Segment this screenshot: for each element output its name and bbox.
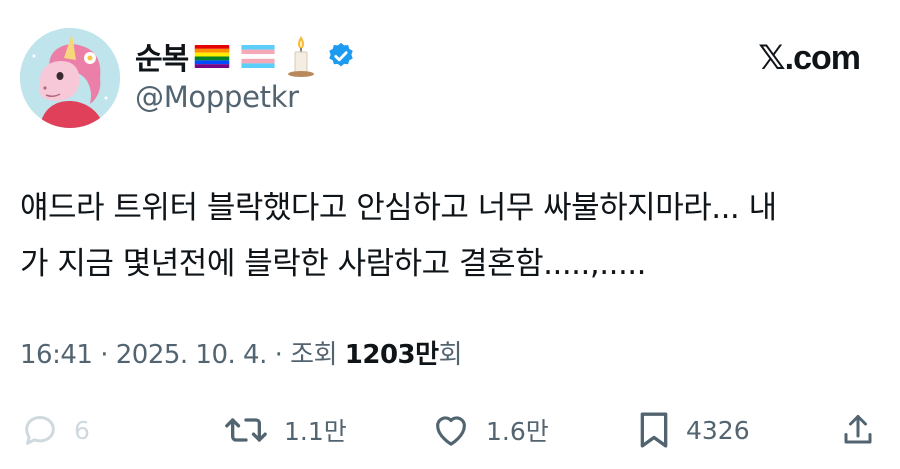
like-button[interactable]: 1.6만 [430,405,549,455]
bookmark-icon [636,410,672,450]
candle-icon [286,34,316,78]
verified-badge-icon[interactable] [326,41,356,71]
heart-icon [430,410,472,450]
like-count: 1.6만 [486,417,549,446]
tweet-time[interactable]: 16:41 [20,340,93,370]
avatar[interactable] [20,28,120,128]
views-prefix: 조회 [290,340,337,370]
meta-separator: · [100,340,108,370]
retweet-icon [222,410,270,450]
action-bar: 6 1.1만 1.6만 4326 [0,405,900,455]
reply-icon [20,410,60,450]
reply-count: 6 [74,415,90,445]
views-suffix: 회 [438,340,463,370]
retweet-count: 1.1만 [284,417,347,446]
transgender-flag-icon [240,44,276,68]
tweet-meta: 16:41 · 2025. 10. 4. · 조회 1203만회 [20,334,462,371]
retweet-button[interactable]: 1.1만 [222,405,347,455]
views-count: 1203만 [344,340,439,370]
rainbow-flag-icon [194,44,230,68]
x-logo: 𝕏.com [758,39,861,77]
display-name[interactable]: 순복 [135,34,189,78]
author-name-row: 순복 [135,32,356,80]
bookmark-button[interactable]: 4326 [636,405,750,455]
reply-button[interactable]: 6 [20,405,90,455]
share-button[interactable] [840,405,876,455]
tweet-text: 얘드라 트위터 블락했다고 안심하고 너무 싸불하지마라... 내 가 지금 몇… [20,190,777,282]
meta-separator: · [274,340,283,370]
bookmark-count: 4326 [686,415,750,445]
tweet-date[interactable]: 2025. 10. 4. [116,340,268,370]
share-icon [840,410,876,450]
author-handle[interactable]: @Moppetkr [135,80,299,114]
